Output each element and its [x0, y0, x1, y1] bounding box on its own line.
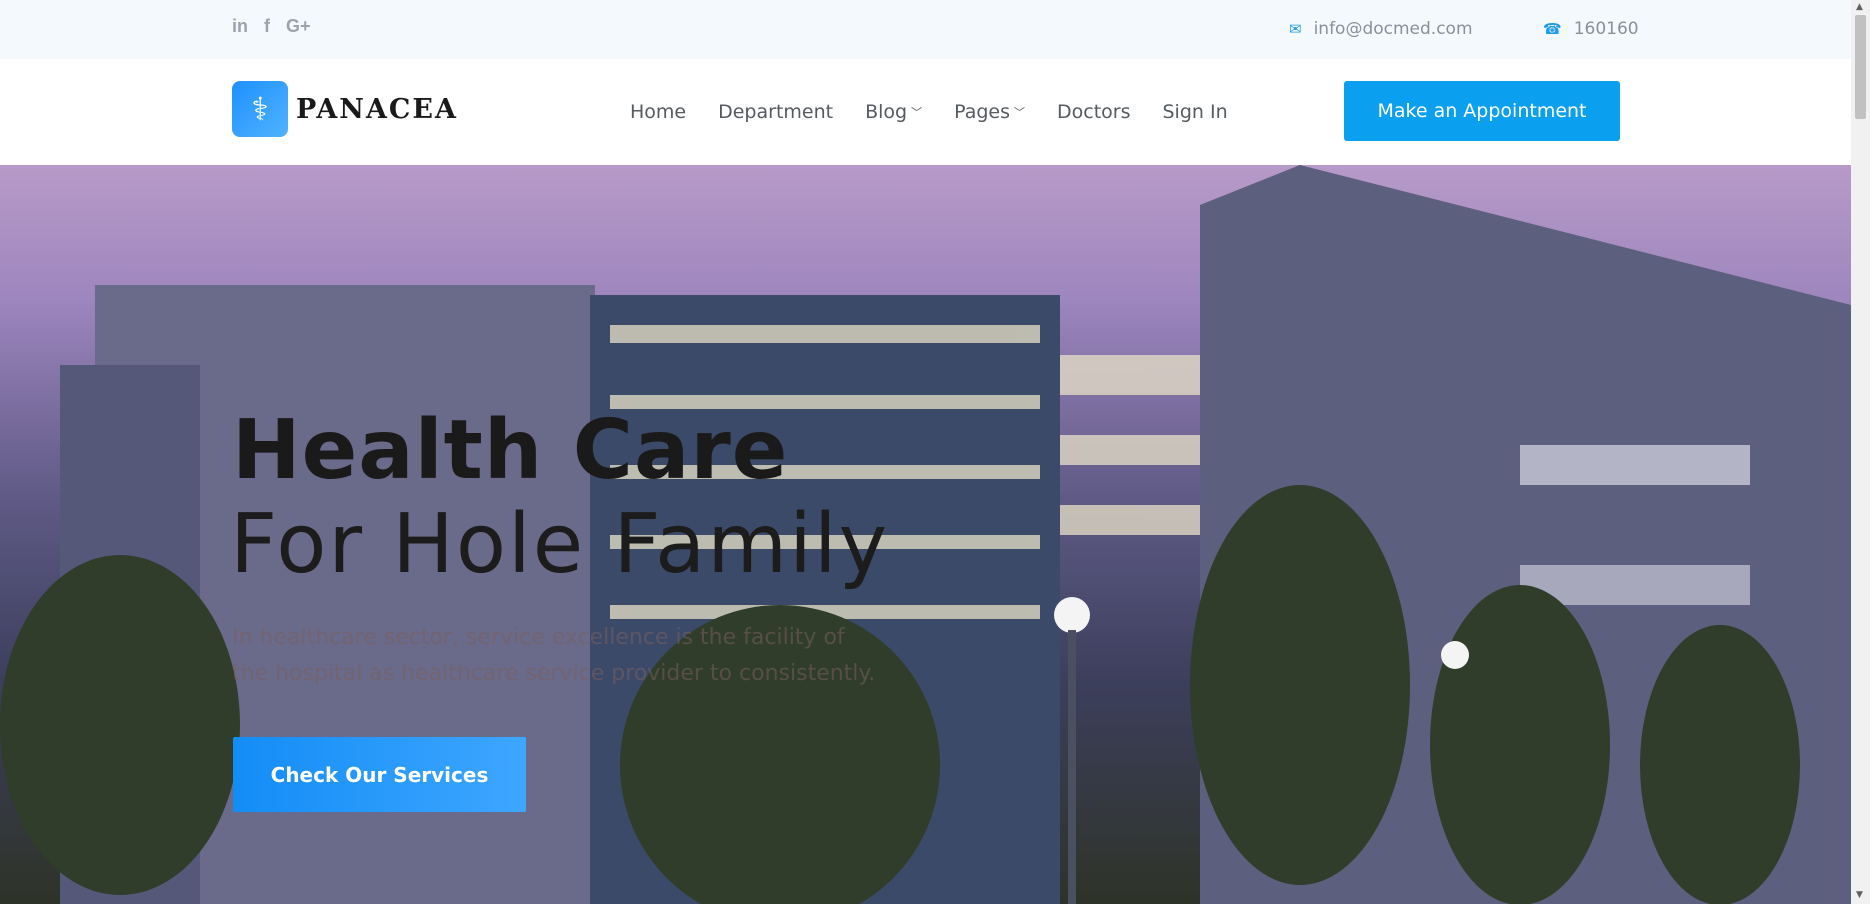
street-lamp-2 [1441, 641, 1469, 669]
right-windows [1520, 445, 1750, 485]
street-lamp [1054, 597, 1090, 633]
logo[interactable]: ⚕ PANACEA [232, 81, 458, 137]
linkedin-icon[interactable]: in [232, 16, 248, 37]
nav-item-label: Department [718, 101, 834, 123]
nav-item-doctors[interactable]: Doctors [1057, 101, 1131, 123]
email-text: info@docmed.com [1313, 19, 1473, 39]
page-scrollbar[interactable]: ▲ ▼ [1851, 0, 1870, 904]
envelope-icon: ✉ [1289, 20, 1302, 38]
nav-menu: Home Department Blog ﹀ Pages ﹀ Doctors Sig… [630, 101, 1260, 123]
hero-description-line: In healthcare sector, service excellence… [232, 625, 845, 650]
nav-item-label: Home [630, 101, 687, 123]
nav-item-pages[interactable]: Pages ﹀ [954, 101, 1025, 123]
nav-item-label: Pages [954, 101, 1010, 123]
scrollbar-thumb[interactable] [1855, 15, 1866, 119]
scroll-down-icon[interactable]: ▼ [1856, 890, 1863, 900]
hero-description-line: the hospital as healthcare service provi… [232, 661, 876, 686]
email-contact[interactable]: ✉ info@docmed.com [1289, 19, 1473, 39]
phone-text: 160160 [1573, 19, 1639, 39]
nav-item-sign-in[interactable]: Sign In [1163, 101, 1228, 123]
scroll-up-icon[interactable]: ▲ [1856, 2, 1863, 12]
facebook-icon[interactable]: f [264, 16, 270, 37]
social-links: in f G+ [232, 16, 311, 37]
google-plus-icon[interactable]: G+ [286, 16, 311, 37]
hero-title: Health Care [232, 403, 789, 498]
hero-subtitle: For Hole Family [230, 497, 890, 592]
main-navbar: ⚕ PANACEA Home Department Blog ﹀ Pages ﹀ D… [0, 59, 1851, 165]
check-services-button[interactable]: Check Our Services [233, 737, 526, 812]
nav-item-label: Sign In [1162, 101, 1228, 123]
hero-section: Health Care For Hole Family In healthcar… [0, 165, 1851, 904]
chevron-down-icon: ﹀ [911, 106, 923, 119]
phone-contact[interactable]: ☎ 160160 [1543, 19, 1639, 39]
lamp-post [1068, 630, 1076, 904]
nav-item-label: Doctors [1057, 101, 1131, 123]
top-bar: in f G+ ✉ info@docmed.com ☎ 160160 [0, 0, 1851, 59]
chevron-down-icon: ﹀ [1014, 106, 1025, 119]
logo-text: PANACEA [296, 93, 458, 125]
nav-item-blog[interactable]: Blog ﹀ [865, 101, 922, 123]
make-appointment-button[interactable]: Make an Appointment [1344, 81, 1620, 141]
phone-icon: ☎ [1543, 20, 1562, 38]
nav-item-department[interactable]: Department [718, 101, 833, 123]
caduceus-icon: ⚕ [232, 81, 288, 137]
nav-item-home[interactable]: Home [630, 101, 686, 123]
nav-item-label: Blog [865, 101, 908, 123]
hero-description: In healthcare sector, service excellence… [232, 620, 912, 692]
